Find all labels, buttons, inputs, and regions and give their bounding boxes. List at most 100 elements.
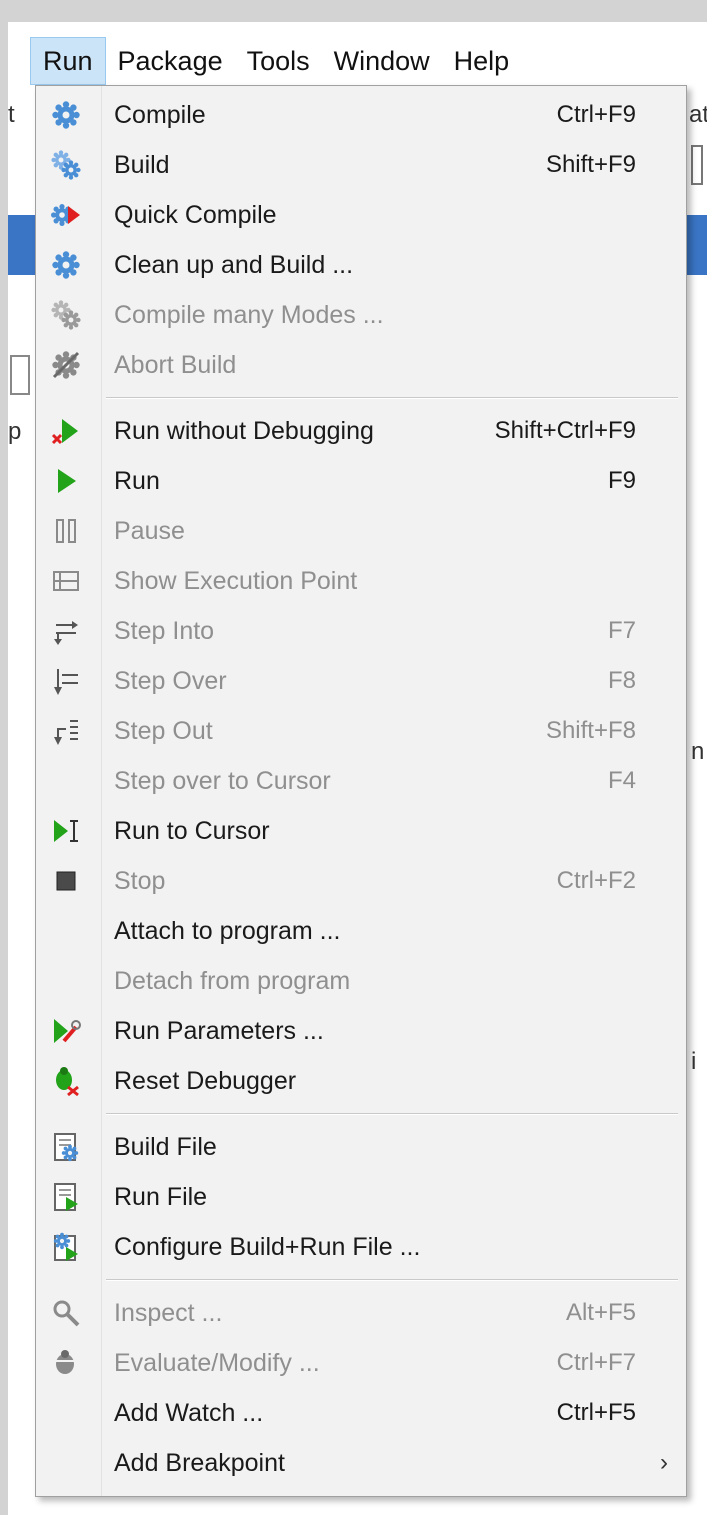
menu-item-label: Show Execution Point (114, 567, 358, 595)
background-fragment: t (8, 101, 15, 128)
run-file-icon (50, 1181, 82, 1213)
menu-item-label: Abort Build (114, 351, 237, 379)
menu-item-step-over-to-cursor: Step over to Cursor F4 (36, 756, 686, 806)
menu-item-compile-many-modes: Compile many Modes ... (36, 290, 686, 340)
menu-item-reset-debugger[interactable]: Reset Debugger (36, 1056, 686, 1106)
menu-item-run-parameters[interactable]: Run Parameters ... (36, 1006, 686, 1056)
run-parameters-icon (50, 1015, 82, 1047)
gear-icon (50, 99, 82, 131)
menu-item-shortcut: Alt+F5 (565, 1299, 636, 1326)
menubar-tools[interactable]: Tools (235, 37, 322, 85)
menu-item-run-without-debugging[interactable]: Run without Debugging Shift+Ctrl+F9 (36, 406, 686, 456)
step-over-icon (50, 665, 82, 697)
menu-item-shortcut: F9 (607, 467, 636, 494)
evaluate-icon (50, 1347, 82, 1379)
menu-item-label: Add Watch ... (114, 1399, 264, 1427)
menu-item-build-file[interactable]: Build File (36, 1122, 686, 1172)
menu-item-shortcut: F4 (607, 767, 636, 794)
menu-item-label: Compile many Modes ... (114, 301, 384, 329)
menu-item-label: Stop (114, 867, 166, 895)
menubar-help[interactable]: Help (442, 37, 522, 85)
menubar-window[interactable]: Window (322, 37, 442, 85)
double-gear-icon (50, 149, 82, 181)
play-icon (50, 465, 82, 497)
menu-item-label: Detach from program (114, 967, 351, 995)
menu-item-quick-compile[interactable]: Quick Compile (36, 190, 686, 240)
menu-item-label: Run File (114, 1183, 208, 1211)
menu-separator (106, 397, 678, 399)
menu-item-shortcut: Ctrl+F7 (556, 1349, 636, 1376)
menu-item-show-execution-point: Show Execution Point (36, 556, 686, 606)
menu-item-shortcut: Ctrl+F9 (556, 101, 636, 128)
menu-item-label: Inspect ... (114, 1299, 223, 1327)
menu-item-label: Compile (114, 101, 206, 129)
menu-item-shortcut: Ctrl+F2 (556, 867, 636, 894)
menu-separator (106, 1279, 678, 1281)
menubar-run[interactable]: Run (30, 37, 106, 85)
execution-point-icon (50, 565, 82, 597)
menu-item-label: Step over to Cursor (114, 767, 331, 795)
menu-item-label: Evaluate/Modify ... (114, 1349, 320, 1377)
menu-item-label: Quick Compile (114, 201, 277, 229)
background-fragment: n (691, 738, 705, 765)
menu-item-run-file[interactable]: Run File (36, 1172, 686, 1222)
gear-icon (50, 249, 82, 281)
step-into-icon (50, 615, 82, 647)
run-no-debug-icon (50, 415, 82, 447)
menu-item-shortcut: F8 (607, 667, 636, 694)
step-out-icon (50, 715, 82, 747)
menubar-package[interactable]: Package (106, 37, 235, 85)
background-fragment: at (689, 101, 707, 128)
inspect-icon (50, 1297, 82, 1329)
menu-item-shortcut: Ctrl+F5 (556, 1399, 636, 1426)
menu-item-step-into: Step Into F7 (36, 606, 686, 656)
quick-compile-icon (50, 199, 82, 231)
background-toolbar-strip (8, 215, 35, 275)
menu-item-label: Run without Debugging (114, 417, 374, 445)
menu-item-step-over: Step Over F8 (36, 656, 686, 706)
menu-item-pause: Pause (36, 506, 686, 556)
stop-icon (50, 865, 82, 897)
menu-item-label: Run (114, 467, 160, 495)
menu-bar: Run Package Tools Window Help (30, 37, 707, 85)
menu-item-compile[interactable]: Compile Ctrl+F9 (36, 90, 686, 140)
menu-item-label: Reset Debugger (114, 1067, 297, 1095)
menu-item-shortcut: F7 (607, 617, 636, 644)
menu-item-step-out: Step Out Shift+F8 (36, 706, 686, 756)
menu-item-attach-to-program[interactable]: Attach to program ... (36, 906, 686, 956)
menu-item-shortcut: Shift+F8 (545, 717, 636, 744)
background-fragment: i (691, 1048, 697, 1075)
menu-item-run[interactable]: Run F9 (36, 456, 686, 506)
menu-item-label: Run Parameters ... (114, 1017, 324, 1045)
abort-build-icon (50, 349, 82, 381)
menu-item-build[interactable]: Build Shift+F9 (36, 140, 686, 190)
menu-item-label: Attach to program ... (114, 917, 341, 945)
menu-item-run-to-cursor[interactable]: Run to Cursor (36, 806, 686, 856)
menu-item-label: Run to Cursor (114, 817, 270, 845)
background-control (691, 145, 703, 185)
menu-item-shortcut: Shift+F9 (545, 151, 636, 178)
ide-screen: t p at n i Run Package Tools Window Help… (0, 0, 707, 1515)
double-gear-gray-icon (50, 299, 82, 331)
run-to-cursor-icon (50, 815, 82, 847)
menu-item-clean-up-and-build[interactable]: Clean up and Build ... (36, 240, 686, 290)
menu-item-label: Step Over (114, 667, 227, 695)
menu-item-add-watch[interactable]: Add Watch ... Ctrl+F5 (36, 1388, 686, 1438)
menu-separator (106, 1113, 678, 1115)
menu-item-label: Clean up and Build ... (114, 251, 354, 279)
background-control (10, 355, 30, 395)
menu-item-evaluate-modify: Evaluate/Modify ... Ctrl+F7 (36, 1338, 686, 1388)
menu-item-label: Build (114, 151, 170, 179)
menu-item-shortcut: Shift+Ctrl+F9 (494, 417, 636, 444)
menu-item-abort-build: Abort Build (36, 340, 686, 390)
configure-build-run-icon (50, 1231, 82, 1263)
menu-item-label: Pause (114, 517, 185, 545)
menu-item-add-breakpoint[interactable]: Add Breakpoint › (36, 1438, 686, 1488)
menu-item-label: Build File (114, 1133, 217, 1161)
menu-item-configure-build-run-file[interactable]: Configure Build+Run File ... (36, 1222, 686, 1272)
menu-item-stop: Stop Ctrl+F2 (36, 856, 686, 906)
menu-item-label: Add Breakpoint (114, 1449, 285, 1477)
run-menu-dropdown: Compile Ctrl+F9 Build Shift+F9 Quick Compile… (35, 85, 687, 1497)
menu-item-label: Step Out (114, 717, 213, 745)
build-file-icon (50, 1131, 82, 1163)
